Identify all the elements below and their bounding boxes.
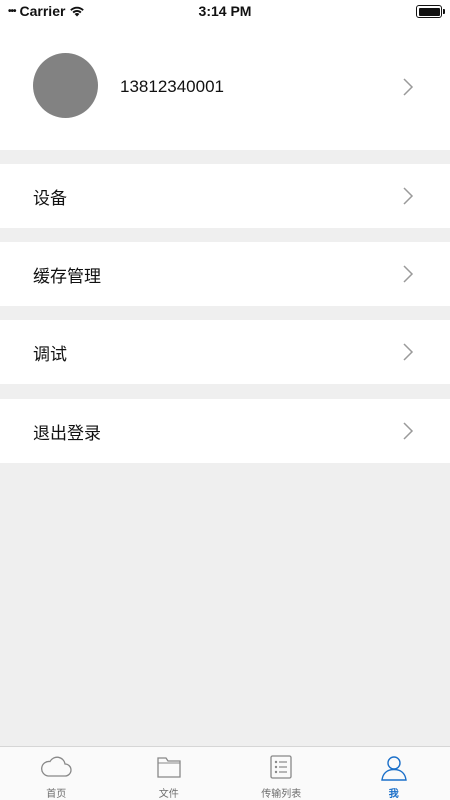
menu-item-cache-management[interactable]: 缓存管理 xyxy=(0,242,450,306)
menu-item-logout[interactable]: 退出登录 xyxy=(0,399,450,463)
tab-transfer-list[interactable]: 传输列表 xyxy=(225,747,338,800)
menu-item-debug[interactable]: 调试 xyxy=(0,320,450,384)
chevron-right-icon xyxy=(403,187,414,205)
cloud-icon xyxy=(41,756,72,777)
tab-bar: 首页 文件 传输列表 我 xyxy=(0,746,450,800)
battery-icon xyxy=(416,5,445,18)
tab-files[interactable]: 文件 xyxy=(113,747,226,800)
profile-row[interactable]: 13812340001 xyxy=(0,24,450,150)
menu-item-label: 调试 xyxy=(33,345,67,365)
tab-me[interactable]: 我 xyxy=(338,747,450,800)
menu-item-label: 设备 xyxy=(33,189,67,209)
user-icon xyxy=(380,756,407,781)
tab-home[interactable]: 首页 xyxy=(0,747,113,800)
chevron-right-icon xyxy=(403,265,414,283)
tab-label: 首页 xyxy=(46,789,67,800)
menu-item-device[interactable]: 设备 xyxy=(0,164,450,228)
profile-phone: 13812340001 xyxy=(120,77,225,96)
menu-item-label: 退出登录 xyxy=(33,424,101,444)
tab-label: 传输列表 xyxy=(261,789,302,800)
chevron-right-icon xyxy=(403,343,414,361)
list-icon xyxy=(270,755,292,779)
chevron-right-icon xyxy=(403,78,414,96)
avatar xyxy=(33,53,98,118)
tab-label: 我 xyxy=(388,789,399,800)
chevron-right-icon xyxy=(403,422,414,440)
tab-label: 文件 xyxy=(158,789,179,800)
menu-item-label: 缓存管理 xyxy=(33,267,101,287)
status-bar: ••• Carrier 3:14 PM xyxy=(0,0,450,24)
folder-icon xyxy=(157,757,181,778)
status-time: 3:14 PM xyxy=(198,3,252,19)
